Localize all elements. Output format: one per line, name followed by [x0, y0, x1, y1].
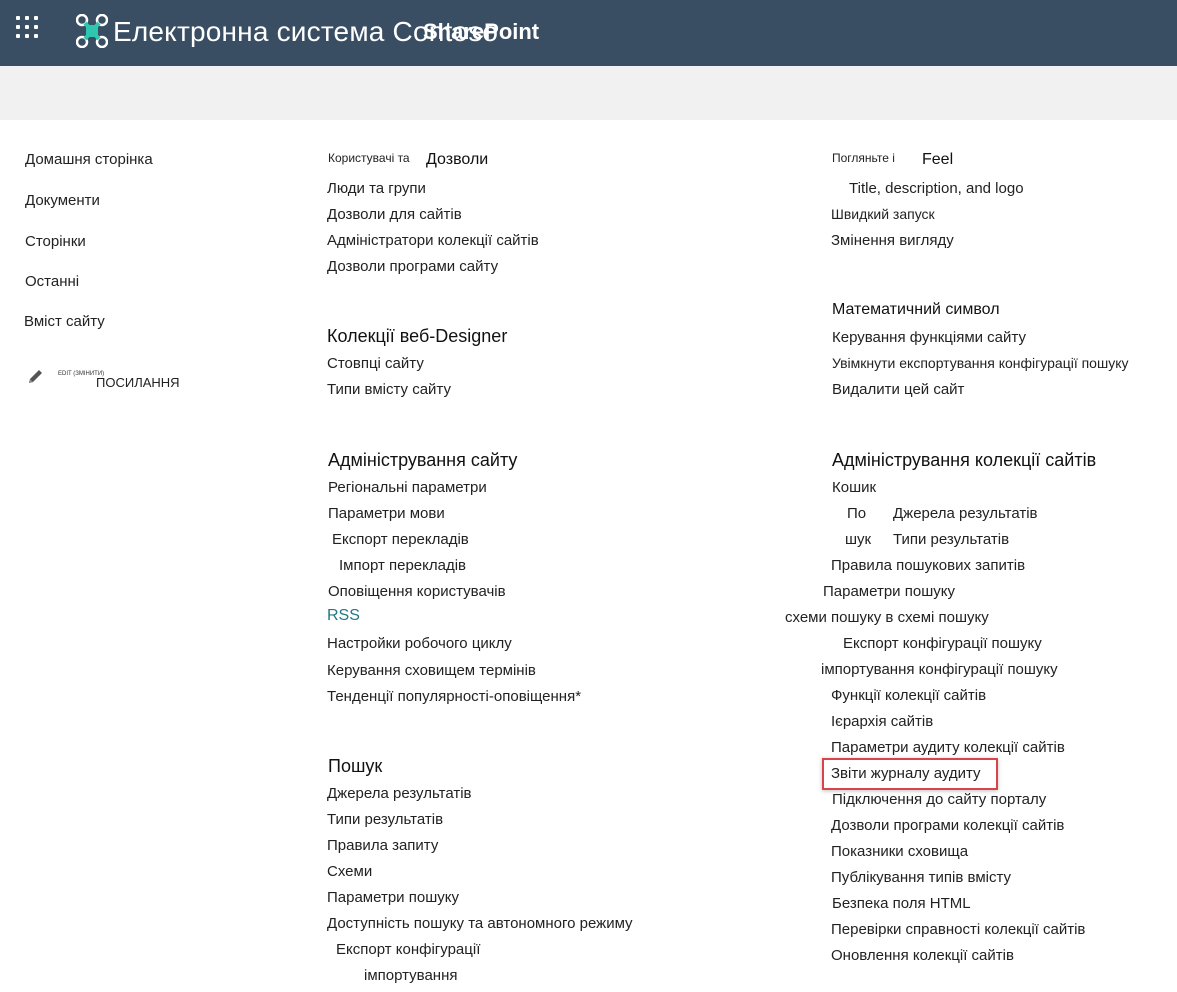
users-heading-big: Дозволи [426, 151, 489, 168]
nav-home[interactable]: Домашня сторінка [25, 151, 153, 168]
link-user-alerts[interactable]: Оповіщення користувачів [328, 583, 506, 600]
link-rss[interactable]: RSS [327, 607, 360, 625]
link-search-settings[interactable]: Параметри пошуку [327, 889, 459, 906]
link-search-schema[interactable]: схеми пошуку в схемі пошуку [785, 609, 989, 626]
pencil-icon [29, 370, 42, 383]
contoso-logo-icon[interactable] [76, 14, 108, 48]
link-collection-upgrade[interactable]: Оновлення колекції сайтів [831, 947, 1014, 964]
link-search-query-rules[interactable]: Правила пошукових запитів [831, 557, 1025, 574]
link-title-description-logo[interactable]: Title, description, and logo [849, 180, 1024, 197]
link-export-config[interactable]: Експорт конфігурації [336, 941, 480, 958]
link-search-po[interactable]: По [847, 505, 866, 522]
web-designer-heading: Колекції веб-Designer [327, 326, 508, 346]
look-feel-heading-small: Погляньте і [832, 151, 895, 165]
link-site-content-types[interactable]: Типи вмісту сайту [327, 381, 451, 398]
link-result-sources[interactable]: Джерела результатів [327, 785, 472, 802]
link-import-search-config[interactable]: імпортування конфігурації пошуку [821, 661, 1058, 678]
link-storage-metrics[interactable]: Показники сховища [831, 843, 968, 860]
collection-admin-heading: Адміністрування колекції сайтів [832, 450, 1097, 470]
link-schema[interactable]: Схеми [327, 863, 372, 880]
link-collection-result-sources[interactable]: Джерела результатів [893, 505, 1038, 522]
site-admin-heading: Адміністрування сайту [328, 450, 518, 470]
link-recycle-bin[interactable]: Кошик [832, 479, 876, 496]
ribbon-band [0, 66, 1177, 120]
link-enable-search-export[interactable]: Увімкнути експортування конфігурації пош… [832, 355, 1128, 371]
link-term-store[interactable]: Керування сховищем термінів [327, 662, 536, 679]
link-search-offline[interactable]: Доступність пошуку та автономного режиму [327, 915, 633, 932]
link-portal-connection[interactable]: Підключення до сайту порталу [832, 791, 1046, 808]
link-result-types[interactable]: Типи результатів [327, 811, 443, 828]
link-quick-launch[interactable]: Швидкий запуск [831, 206, 935, 222]
link-html-field-security[interactable]: Безпека поля HTML [832, 895, 971, 912]
suite-bar: Електронна система Contoso SharePoint [0, 0, 1177, 66]
link-regional-settings[interactable]: Регіональні параметри [328, 479, 487, 496]
link-audit-settings[interactable]: Параметри аудиту колекції сайтів [831, 739, 1065, 756]
link-collection-features[interactable]: Функції колекції сайтів [831, 687, 986, 704]
look-feel-heading-big: Feel [922, 151, 954, 168]
link-export-search-config[interactable]: Експорт конфігурації пошуку [843, 635, 1042, 652]
link-audit-log-reports[interactable]: Звіти журналу аудиту [831, 765, 981, 782]
link-export-translations[interactable]: Експорт перекладів [332, 531, 469, 548]
link-language-settings[interactable]: Параметри мови [328, 505, 445, 522]
link-collection-result-types[interactable]: Типи результатів [893, 531, 1009, 548]
link-site-hierarchy[interactable]: Ієрархія сайтів [831, 713, 933, 730]
app-launcher-icon[interactable] [16, 16, 42, 42]
link-workflow-settings[interactable]: Настройки робочого циклу [327, 635, 512, 652]
link-delete-site[interactable]: Видалити цей сайт [832, 381, 964, 398]
link-site-app-permissions[interactable]: Дозволи програми сайту [327, 258, 498, 275]
nav-site-contents[interactable]: Вміст сайту [24, 313, 105, 330]
site-actions-heading: Математичний символ [832, 301, 1000, 318]
nav-recent[interactable]: Останні [25, 273, 79, 290]
users-heading-small: Користувачі та [328, 151, 410, 165]
link-collection-app-permissions[interactable]: Дозволи програми колекції сайтів [831, 817, 1064, 834]
product-name: SharePoint [423, 19, 540, 44]
link-health-checks[interactable]: Перевірки справності колекції сайтів [831, 921, 1085, 938]
link-site-columns[interactable]: Стовпці сайту [327, 355, 424, 372]
edit-links-label: ПОСИЛАННЯ [96, 375, 180, 390]
link-collection-search-settings[interactable]: Параметри пошуку [823, 583, 955, 600]
link-site-permissions[interactable]: Дозволи для сайтів [327, 206, 462, 223]
link-search-shuk[interactable]: шук [845, 531, 871, 548]
nav-pages[interactable]: Сторінки [25, 233, 86, 250]
link-collection-admins[interactable]: Адміністратори колекції сайтів [327, 232, 539, 249]
link-people-groups[interactable]: Люди та групи [327, 180, 426, 197]
nav-documents[interactable]: Документи [25, 192, 100, 209]
link-manage-features[interactable]: Керування функціями сайту [832, 329, 1026, 346]
link-query-rules[interactable]: Правила запиту [327, 837, 438, 854]
link-import-config[interactable]: імпортування [364, 967, 458, 984]
link-change-look[interactable]: Змінення вигляду [831, 232, 954, 249]
search-heading: Пошук [328, 756, 383, 776]
link-content-type-publishing[interactable]: Публікування типів вмісту [831, 869, 1011, 886]
link-popularity-trends[interactable]: Тенденції популярності-оповіщення* [327, 688, 581, 705]
link-import-translations[interactable]: Імпорт перекладів [339, 557, 466, 574]
